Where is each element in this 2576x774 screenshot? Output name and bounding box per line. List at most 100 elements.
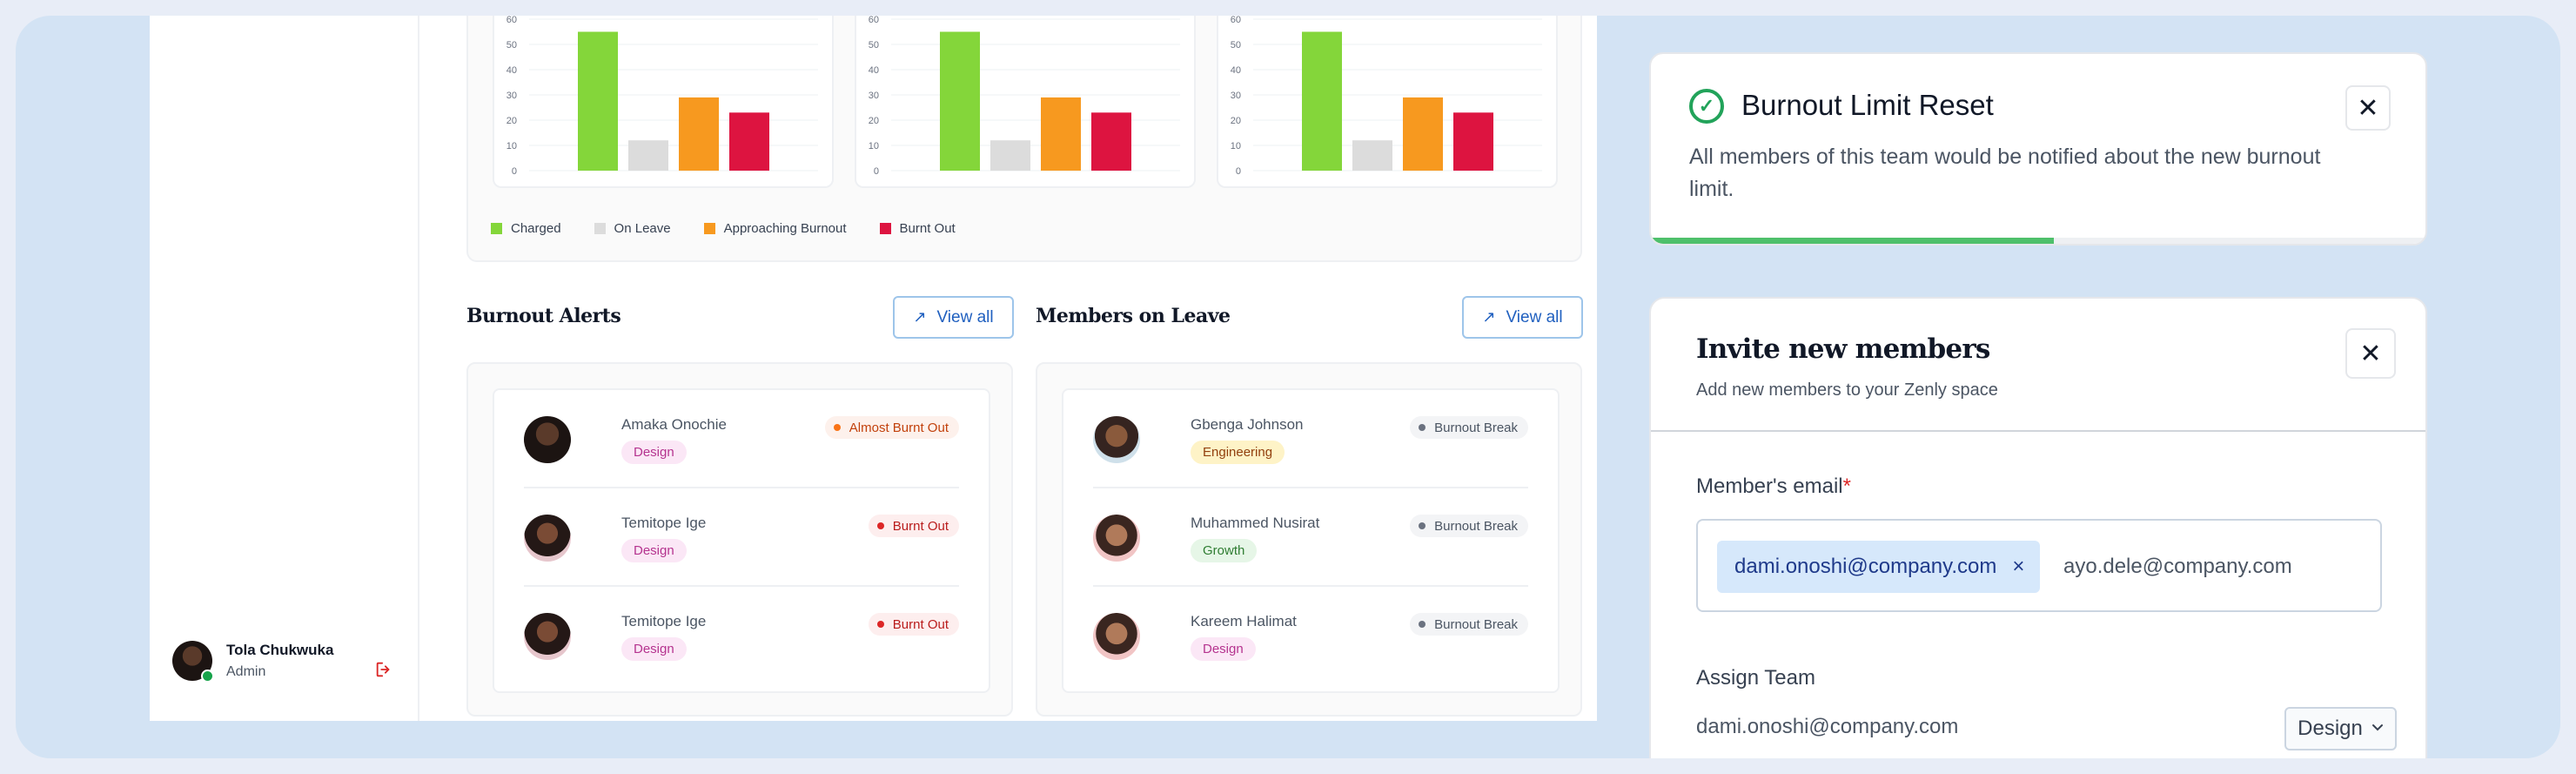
team-tag: Growth [1191,539,1258,562]
email-field-label: Member's email* [1696,474,1851,499]
toast-timer-bar [1651,238,2054,244]
status-dot [833,424,841,431]
status-badge: Burnout Break [1410,416,1528,439]
chevron-down-icon [2371,721,2384,737]
list-item[interactable]: Temitope Ige Design Burnt Out [524,488,959,587]
status-label: Burnout Break [1434,616,1518,632]
email-field[interactable]: dami.onoshi@company.com × [1696,519,2382,612]
avatar [172,641,214,683]
y-tick-label: 20 [1231,116,1241,126]
bar-on-leave[interactable] [628,140,668,171]
list-item[interactable]: Muhammed Nusirat Growth Burnout Break [1093,488,1528,587]
y-tick-label: 40 [506,65,517,76]
status-badge: Burnout Break [1410,613,1528,636]
legend-item-burnt-out: Burnt Out [879,221,956,236]
legend-item-charged: Charged [491,221,561,236]
y-tick-label: 40 [1231,65,1241,76]
remove-chip-icon[interactable]: × [2012,555,2024,579]
list-item[interactable]: Gbenga Johnson Engineering Burnout Break [1093,390,1528,488]
toast-close-button[interactable]: ✕ [2345,85,2391,131]
status-dot [876,621,884,628]
bar-burnt-out[interactable] [1453,112,1493,171]
status-label: Burnout Break [1434,518,1518,534]
success-toast: ✓ Burnout Limit Reset All members of thi… [1649,52,2427,246]
team-status-charts: 0 10 20 30 40 50 60 0 10 20 30 40 50 60 0 10 20 30 40 50 6… [466,16,1582,262]
team-select[interactable]: Design [2284,707,2397,750]
assign-team-email: dami.onoshi@company.com [1696,715,1959,738]
status-dot [876,522,884,529]
status-label: Burnout Break [1434,420,1518,435]
burnout-alerts-list: Amaka Onochie Design Almost Burnt Out Te… [493,388,990,693]
members-on-leave-view-all-button[interactable]: ↗ View all [1462,296,1583,339]
y-tick-label: 30 [869,91,879,101]
bar-charged[interactable] [1302,31,1342,172]
toast-title: Burnout Limit Reset [1741,89,1994,121]
y-tick-label: 10 [869,141,879,151]
chart-legend: Charged On Leave Approaching Burnout Bur… [491,221,989,236]
bar-chart-3: 0 10 20 30 40 50 60 [1217,16,1558,188]
legend-swatch [594,223,606,234]
legend-label: On Leave [614,221,671,236]
dashboard-app: Tola Chukwuka Admin 0 10 20 30 40 50 60 0 10 20 3… [150,16,1597,721]
y-tick-label: 30 [506,91,517,101]
team-tag: Design [621,637,687,661]
assign-team-label: Assign Team [1696,666,1815,690]
team-tag: Design [621,441,687,464]
team-tag: Engineering [1191,441,1285,464]
team-select-value: Design [2298,717,2363,740]
status-badge: Burnt Out [868,613,959,636]
y-tick-label: 0 [1236,166,1241,177]
team-tag: Design [1191,637,1256,661]
status-badge: Almost Burnt Out [824,416,959,439]
avatar [524,416,571,463]
user-name: Tola Chukwuka [226,642,334,658]
status-dot [1419,424,1426,431]
email-label-text: Member's email [1696,474,1843,498]
invite-members-modal: Invite new members Add new members to yo… [1649,297,2427,758]
bar-approaching-burnout[interactable] [679,97,719,171]
view-all-label: View all [1506,307,1563,326]
burnout-alerts-panel: Amaka Onochie Design Almost Burnt Out Te… [466,362,1013,717]
list-item[interactable]: Temitope Ige Design Burnt Out [524,587,959,685]
burnout-alerts-view-all-button[interactable]: ↗ View all [893,296,1014,339]
required-mark: * [1842,474,1851,498]
bar-charged[interactable] [578,31,618,172]
y-tick-label: 40 [869,65,879,76]
online-status-dot [201,670,214,683]
bar-charged[interactable] [940,31,980,172]
avatar [524,515,571,562]
y-tick-label: 20 [869,116,879,126]
bar-on-leave[interactable] [990,140,1030,171]
logout-icon[interactable] [374,660,393,684]
legend-label: Burnt Out [899,221,956,236]
list-item[interactable]: Amaka Onochie Design Almost Burnt Out [524,390,959,488]
email-input[interactable] [2063,549,2359,584]
y-tick-label: 20 [506,116,517,126]
divider [1651,430,2425,432]
user-profile[interactable]: Tola Chukwuka Admin [172,641,334,683]
y-tick-label: 0 [874,166,879,177]
status-dot [1419,621,1426,628]
member-name: Muhammed Nusirat [1191,515,1320,531]
y-tick-label: 10 [1231,141,1241,151]
close-icon: ✕ [2357,93,2379,123]
sidebar: Tola Chukwuka Admin [150,16,419,721]
members-on-leave-panel: Gbenga Johnson Engineering Burnout Break… [1036,362,1582,717]
modal-close-button[interactable]: ✕ [2345,328,2396,379]
toast-message: All members of this team would be notifi… [1689,145,2321,201]
bar-burnt-out[interactable] [729,112,769,171]
legend-swatch [879,223,891,234]
member-name: Temitope Ige [621,613,707,629]
avatar [524,613,571,660]
member-name: Temitope Ige [621,515,707,531]
bar-approaching-burnout[interactable] [1403,97,1443,171]
list-item[interactable]: Kareem Halimat Design Burnout Break [1093,587,1528,685]
avatar [1093,613,1140,660]
legend-label: Charged [511,221,561,236]
legend-item-approaching-burnout: Approaching Burnout [703,221,847,236]
bar-on-leave[interactable] [1352,140,1392,171]
modal-subtitle: Add new members to your Zenly space [1696,380,1998,400]
bar-burnt-out[interactable] [1091,112,1131,171]
bar-approaching-burnout[interactable] [1041,97,1081,171]
legend-swatch [491,223,502,234]
